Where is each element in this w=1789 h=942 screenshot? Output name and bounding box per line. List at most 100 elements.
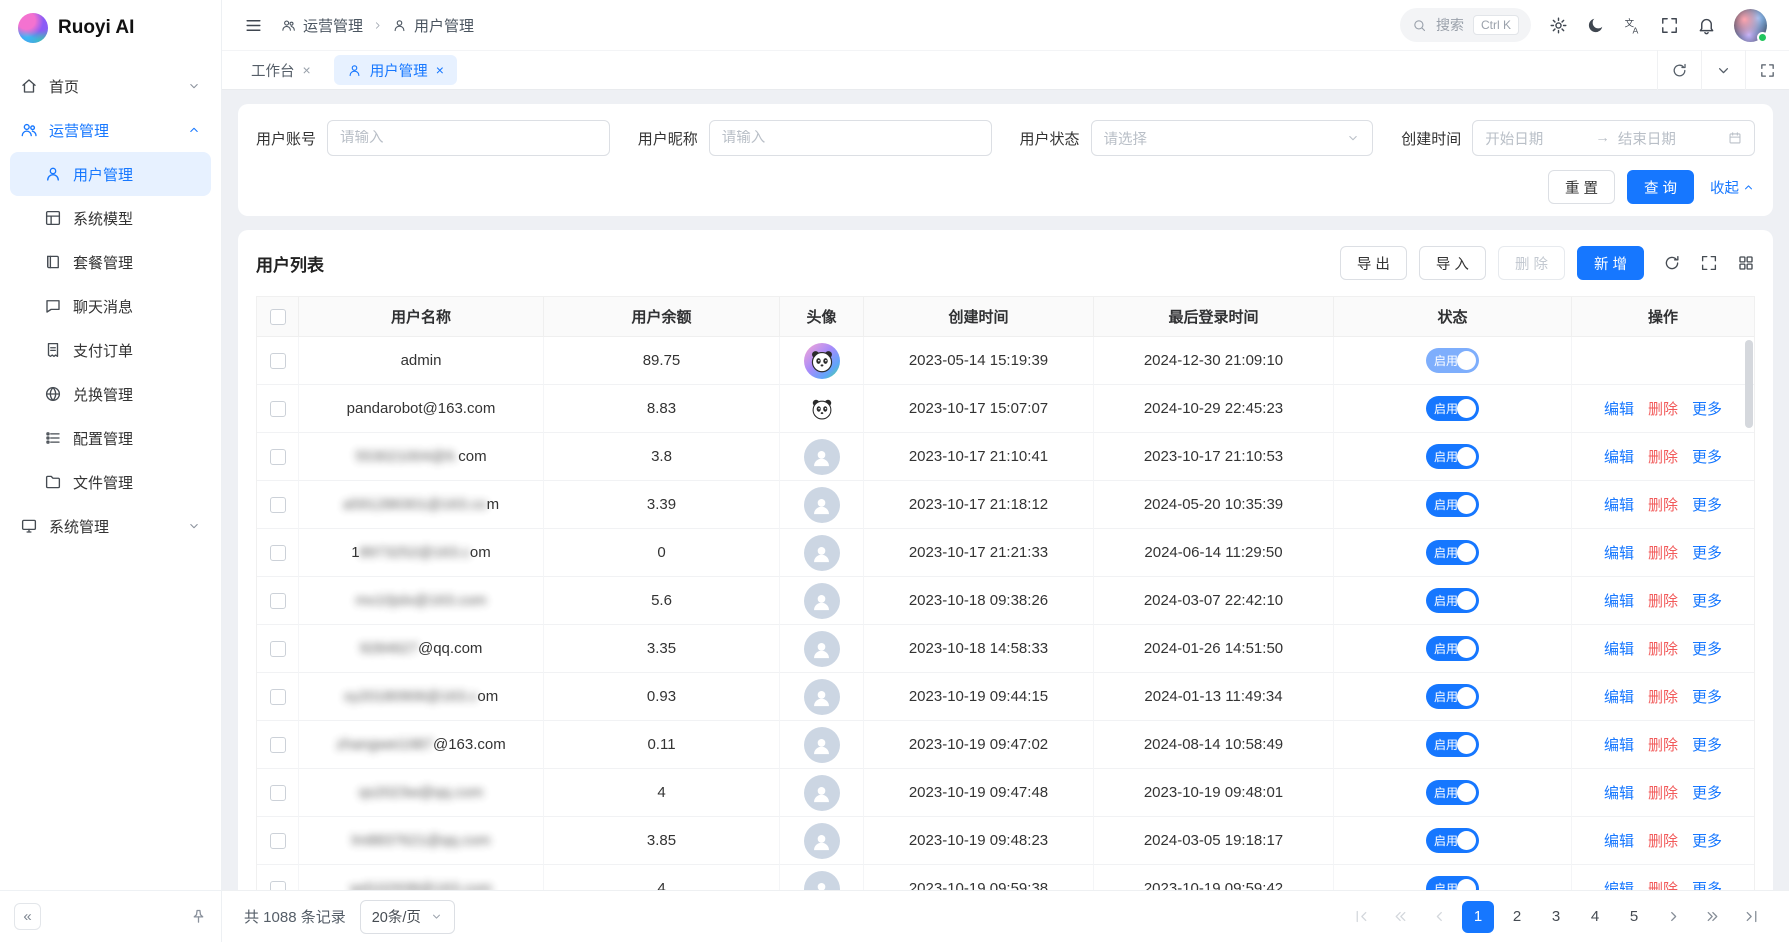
page-number-button[interactable]: 1 bbox=[1462, 901, 1494, 933]
delete-link[interactable]: 删除 bbox=[1648, 590, 1678, 611]
more-link[interactable]: 更多 bbox=[1692, 830, 1722, 851]
column-header[interactable]: 创建时间 bbox=[864, 297, 1094, 337]
page-number-button[interactable]: 2 bbox=[1501, 901, 1533, 933]
more-link[interactable]: 更多 bbox=[1692, 686, 1722, 707]
row-checkbox[interactable] bbox=[270, 785, 286, 801]
global-search[interactable]: 搜索 Ctrl K bbox=[1400, 8, 1531, 42]
status-toggle[interactable]: 启用 bbox=[1426, 588, 1479, 613]
delete-link[interactable]: 删除 bbox=[1648, 686, 1678, 707]
edit-link[interactable]: 编辑 bbox=[1604, 878, 1634, 890]
fullscreen-table-icon[interactable] bbox=[1700, 254, 1718, 272]
column-header[interactable]: 状态 bbox=[1334, 297, 1572, 337]
tab-item-0[interactable]: 工作台× bbox=[238, 55, 324, 85]
more-link[interactable]: 更多 bbox=[1692, 446, 1722, 467]
sidebar-item-order[interactable]: 支付订单 bbox=[10, 328, 211, 372]
sidebar-item-chat[interactable]: 聊天消息 bbox=[10, 284, 211, 328]
status-toggle[interactable]: 启用 bbox=[1426, 492, 1479, 517]
delete-link[interactable]: 删除 bbox=[1648, 638, 1678, 659]
edit-link[interactable]: 编辑 bbox=[1604, 638, 1634, 659]
jump-back-button[interactable] bbox=[1384, 901, 1416, 933]
filter-input-1[interactable] bbox=[722, 130, 979, 146]
hamburger-menu-icon[interactable] bbox=[244, 16, 263, 35]
page-number-button[interactable]: 3 bbox=[1540, 901, 1572, 933]
delete-link[interactable]: 删除 bbox=[1648, 398, 1678, 419]
edit-link[interactable]: 编辑 bbox=[1604, 686, 1634, 707]
pin-sidebar-icon[interactable] bbox=[190, 908, 207, 925]
add-button[interactable]: 新 增 bbox=[1577, 246, 1644, 280]
sidebar-item-config[interactable]: 配置管理 bbox=[10, 416, 211, 460]
row-checkbox[interactable] bbox=[270, 545, 286, 561]
column-header[interactable]: 最后登录时间 bbox=[1094, 297, 1334, 337]
row-checkbox[interactable] bbox=[270, 353, 286, 369]
sidebar-item-user[interactable]: 用户管理 bbox=[10, 152, 211, 196]
more-link[interactable]: 更多 bbox=[1692, 542, 1722, 563]
collapse-sidebar-button[interactable]: « bbox=[14, 903, 41, 930]
sidebar-item-exchange[interactable]: 兑换管理 bbox=[10, 372, 211, 416]
edit-link[interactable]: 编辑 bbox=[1604, 398, 1634, 419]
edit-link[interactable]: 编辑 bbox=[1604, 446, 1634, 467]
sidebar-item-team[interactable]: 运营管理 bbox=[10, 108, 211, 152]
refresh-page-button[interactable] bbox=[1657, 50, 1701, 90]
edit-link[interactable]: 编辑 bbox=[1604, 782, 1634, 803]
user-status-select[interactable]: 请选择 bbox=[1091, 120, 1374, 156]
status-toggle[interactable]: 启用 bbox=[1426, 876, 1479, 890]
column-settings-icon[interactable] bbox=[1737, 254, 1755, 272]
delete-link[interactable]: 删除 bbox=[1648, 494, 1678, 515]
sidebar-item-folder[interactable]: 文件管理 bbox=[10, 460, 211, 504]
sidebar-item-model[interactable]: 系统模型 bbox=[10, 196, 211, 240]
breadcrumb-item[interactable]: 运营管理 bbox=[281, 15, 363, 36]
delete-link[interactable]: 删除 bbox=[1648, 782, 1678, 803]
row-checkbox[interactable] bbox=[270, 449, 286, 465]
row-checkbox[interactable] bbox=[270, 737, 286, 753]
status-toggle[interactable]: 启用 bbox=[1426, 396, 1479, 421]
column-header[interactable]: 头像 bbox=[780, 297, 864, 337]
scrollbar-thumb[interactable] bbox=[1745, 340, 1753, 428]
dark-mode-icon[interactable] bbox=[1586, 16, 1605, 35]
row-checkbox[interactable] bbox=[270, 833, 286, 849]
reset-button[interactable]: 重 置 bbox=[1548, 170, 1615, 204]
row-checkbox[interactable] bbox=[270, 641, 286, 657]
delete-link[interactable]: 删除 bbox=[1648, 542, 1678, 563]
more-link[interactable]: 更多 bbox=[1692, 878, 1722, 890]
delete-link[interactable]: 删除 bbox=[1648, 830, 1678, 851]
import-button[interactable]: 导 入 bbox=[1419, 246, 1486, 280]
breadcrumb-item[interactable]: 用户管理 bbox=[392, 15, 474, 36]
user-menu-avatar[interactable] bbox=[1734, 9, 1767, 42]
edit-link[interactable]: 编辑 bbox=[1604, 830, 1634, 851]
more-link[interactable]: 更多 bbox=[1692, 734, 1722, 755]
row-checkbox[interactable] bbox=[270, 593, 286, 609]
filter-input-0[interactable] bbox=[340, 130, 597, 146]
close-tab-icon[interactable]: × bbox=[303, 63, 311, 77]
status-toggle[interactable]: 启用 bbox=[1426, 540, 1479, 565]
tabs-menu-button[interactable] bbox=[1701, 50, 1745, 90]
delete-link[interactable]: 删除 bbox=[1648, 734, 1678, 755]
last-page-button[interactable] bbox=[1735, 901, 1767, 933]
close-tab-icon[interactable]: × bbox=[436, 63, 444, 77]
next-page-button[interactable] bbox=[1657, 901, 1689, 933]
status-toggle[interactable]: 启用 bbox=[1426, 732, 1479, 757]
status-toggle[interactable]: 启用 bbox=[1426, 444, 1479, 469]
table-scrollbar[interactable] bbox=[1745, 338, 1753, 890]
status-toggle[interactable]: 启用 bbox=[1426, 780, 1479, 805]
status-toggle[interactable]: 启用 bbox=[1426, 636, 1479, 661]
select-all-checkbox[interactable] bbox=[270, 309, 286, 325]
row-checkbox[interactable] bbox=[270, 689, 286, 705]
more-link[interactable]: 更多 bbox=[1692, 494, 1722, 515]
fullscreen-icon[interactable] bbox=[1660, 16, 1679, 35]
search-button[interactable]: 查 询 bbox=[1627, 170, 1694, 204]
tab-item-1[interactable]: 用户管理× bbox=[334, 55, 457, 85]
page-number-button[interactable]: 5 bbox=[1618, 901, 1650, 933]
delete-link[interactable]: 删除 bbox=[1648, 878, 1678, 890]
edit-link[interactable]: 编辑 bbox=[1604, 542, 1634, 563]
column-header[interactable]: 用户名称 bbox=[299, 297, 544, 337]
collapse-filter-link[interactable]: 收起 bbox=[1710, 177, 1755, 198]
edit-link[interactable]: 编辑 bbox=[1604, 590, 1634, 611]
status-toggle[interactable]: 启用 bbox=[1426, 684, 1479, 709]
column-header[interactable]: 用户余额 bbox=[544, 297, 780, 337]
notifications-icon[interactable] bbox=[1697, 16, 1716, 35]
delete-button[interactable]: 删 除 bbox=[1498, 246, 1565, 280]
status-toggle[interactable]: 启用 bbox=[1426, 348, 1479, 373]
more-link[interactable]: 更多 bbox=[1692, 590, 1722, 611]
maximize-content-button[interactable] bbox=[1745, 50, 1789, 90]
row-checkbox[interactable] bbox=[270, 497, 286, 513]
